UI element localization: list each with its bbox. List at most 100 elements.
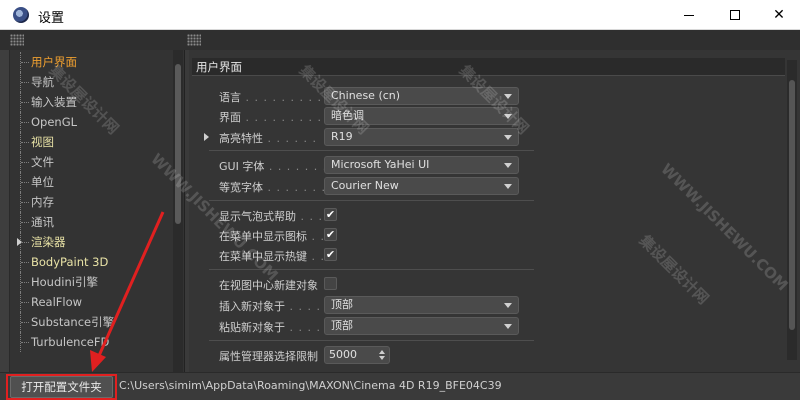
sidebar-item-label: 通讯 — [31, 215, 54, 229]
sidebar-item-label: 视图 — [31, 135, 54, 149]
close-button[interactable]: ✕ — [756, 0, 800, 30]
sidebar-item[interactable]: RealFlow — [10, 292, 173, 312]
scrollbar-thumb[interactable] — [789, 80, 795, 330]
sidebar-item-label: 输入装置 — [31, 95, 77, 109]
sidebar-item-label: TurbulenceFD — [31, 335, 110, 349]
bubble-help-row: 显示气泡式帮助 . . . ✔ — [219, 208, 337, 223]
title-bar: 设置 ✕ — [0, 0, 800, 30]
divider — [209, 269, 534, 270]
sidebar-item-label: BodyPaint 3D — [31, 255, 109, 269]
sidebar-vertical-scrollbar[interactable] — [173, 50, 183, 380]
mono-font-label: 等宽字体 — [219, 181, 263, 194]
sidebar-item[interactable]: 渲染器 — [10, 232, 173, 252]
menu-hotkeys-checkbox[interactable]: ✔ — [324, 248, 337, 261]
window-title: 设置 — [38, 11, 65, 26]
chevron-down-icon — [504, 184, 512, 189]
gui-font-label: GUI 字体 — [219, 160, 265, 173]
settings-nav-tree: 用户界面导航输入装置 OpenGL 视图文件单位内存通讯渲染器 BodyPaint 3… — [10, 52, 173, 352]
insert-object-label: 插入新对象于 — [219, 300, 285, 313]
attr-limit-label: 属性管理器选择限制 — [219, 350, 318, 363]
sidebar-item-label: Houdini引擎 — [31, 275, 98, 289]
sidebar-item[interactable]: BodyPaint 3D — [10, 252, 173, 272]
content-vertical-scrollbar[interactable] — [787, 60, 797, 360]
language-row: 语言 . . . . . . . . . Chinese (cn) — [189, 86, 589, 106]
chevron-down-icon — [504, 135, 512, 140]
maximize-icon — [730, 10, 740, 20]
sidebar-item-label: RealFlow — [31, 295, 83, 309]
cinema4d-app-icon — [13, 7, 29, 23]
ui-scheme-label: 界面 — [219, 111, 241, 124]
menu-icons-label: 在菜单中显示图标 — [219, 230, 307, 243]
sidebar-item-label: 单位 — [31, 175, 54, 189]
panel-grip-icon[interactable] — [10, 34, 24, 46]
menu-icons-row: 在菜单中显示图标 . . ✔ — [219, 228, 337, 243]
settings-client-area: 用户界面导航输入装置 OpenGL 视图文件单位内存通讯渲染器 BodyPaint 3… — [0, 30, 800, 400]
sidebar-item[interactable]: Substance引擎 — [10, 312, 173, 332]
spin-down-icon[interactable] — [379, 356, 385, 360]
highlight-dropdown[interactable]: R19 — [324, 128, 519, 146]
view-center-label: 在视图中心新建对象 — [219, 279, 318, 292]
divider — [209, 150, 534, 151]
gui-font-row: GUI 字体 . . . . . . . Microsoft YaHei UI — [189, 155, 589, 175]
gui-font-dropdown[interactable]: Microsoft YaHei UI — [324, 156, 519, 174]
menu-icons-checkbox[interactable]: ✔ — [324, 228, 337, 241]
view-center-row: 在视图中心新建对象 — [189, 274, 589, 294]
sidebar-item[interactable]: TurbulenceFD — [10, 332, 173, 352]
sidebar-item[interactable]: OpenGL — [10, 112, 173, 132]
view-center-checkbox[interactable] — [324, 277, 337, 290]
mono-font-row: 等宽字体 . . . . . . . Courier New — [189, 176, 589, 196]
settings-sidebar: 用户界面导航输入装置 OpenGL 视图文件单位内存通讯渲染器 BodyPaint 3… — [0, 50, 185, 398]
panel-grip-icon[interactable] — [187, 34, 201, 46]
attr-limit-input[interactable]: 5000 — [324, 346, 390, 364]
annotation-highlight-box — [6, 374, 117, 400]
menu-hotkeys-row: 在菜单中显示热键 . . ✔ — [219, 248, 337, 263]
highlight-row: 高亮特性 . . . . . . R19 — [189, 127, 589, 147]
sidebar-item[interactable]: 文件 — [10, 152, 173, 172]
chevron-down-icon — [504, 163, 512, 168]
insert-object-row: 插入新对象于 . . . . 顶部 — [189, 295, 589, 315]
bottom-bar: 打开配置文件夹 C:\Users\simim\AppData\Roaming\M… — [0, 372, 800, 400]
attr-limit-row: 属性管理器选择限制 5000 — [189, 345, 589, 365]
sidebar-item-label: 导航 — [31, 75, 54, 89]
sidebar-item-label: Substance引擎 — [31, 315, 115, 329]
bubble-help-label: 显示气泡式帮助 — [219, 210, 296, 223]
sidebar-item-label: 内存 — [31, 195, 54, 209]
sidebar-item[interactable]: Houdini引擎 — [10, 272, 173, 292]
divider — [209, 340, 534, 341]
expand-arrow-icon[interactable] — [204, 133, 209, 141]
expand-arrow-icon[interactable] — [17, 238, 22, 246]
config-path-text: C:\Users\simim\AppData\Roaming\MAXON\Cin… — [119, 379, 502, 392]
chevron-down-icon — [504, 94, 512, 99]
sidebar-item-label: 文件 — [31, 155, 54, 169]
language-label: 语言 — [219, 91, 241, 104]
sidebar-item[interactable]: 用户界面 — [10, 52, 173, 72]
mono-font-dropdown[interactable]: Courier New — [324, 177, 519, 195]
ui-scheme-row: 界面 . . . . . . . . . 暗色调 — [189, 106, 589, 126]
sidebar-item[interactable]: 通讯 — [10, 212, 173, 232]
close-icon: ✕ — [773, 7, 785, 23]
insert-object-dropdown[interactable]: 顶部 — [324, 296, 519, 314]
chevron-down-icon — [504, 303, 512, 308]
scrollbar-thumb[interactable] — [175, 64, 181, 224]
section-title: 用户界面 — [192, 58, 785, 76]
sidebar-item-label: OpenGL — [31, 115, 78, 129]
minimize-button[interactable] — [666, 0, 712, 30]
chevron-down-icon — [504, 114, 512, 119]
sidebar-item-label: 用户界面 — [31, 55, 77, 69]
maximize-button[interactable] — [712, 0, 758, 30]
sidebar-item[interactable]: 输入装置 — [10, 92, 173, 112]
paste-object-row: 粘贴新对象于 . . . . 顶部 — [189, 316, 589, 336]
paste-object-dropdown[interactable]: 顶部 — [324, 317, 519, 335]
sidebar-item-label: 渲染器 — [31, 235, 66, 249]
bubble-help-checkbox[interactable]: ✔ — [324, 208, 337, 221]
sidebar-item[interactable]: 导航 — [10, 72, 173, 92]
language-dropdown[interactable]: Chinese (cn) — [324, 87, 519, 105]
sidebar-item[interactable]: 视图 — [10, 132, 173, 152]
sidebar-edge — [0, 50, 10, 398]
sidebar-item[interactable]: 内存 — [10, 192, 173, 212]
highlight-label: 高亮特性 — [219, 132, 263, 145]
spin-up-icon[interactable] — [379, 350, 385, 354]
chevron-down-icon — [504, 324, 512, 329]
sidebar-item[interactable]: 单位 — [10, 172, 173, 192]
ui-scheme-dropdown[interactable]: 暗色调 — [324, 107, 519, 125]
